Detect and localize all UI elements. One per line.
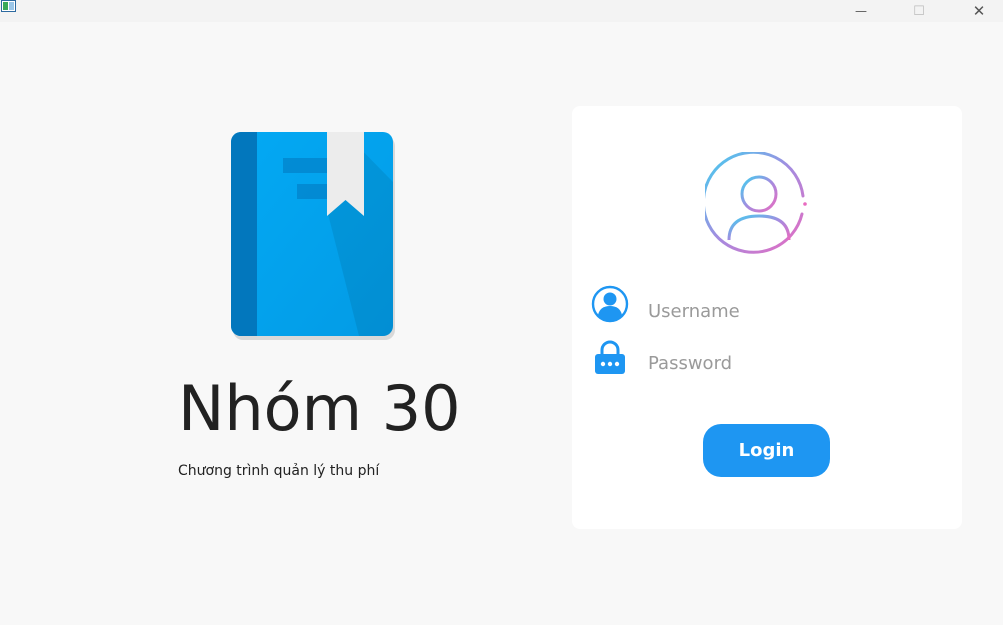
brand-subtitle: Chương trình quản lý thu phí bbox=[178, 463, 380, 479]
login-card: Login bbox=[572, 106, 962, 529]
maximize-button[interactable]: ☐ bbox=[896, 0, 942, 22]
book-icon bbox=[231, 132, 395, 340]
user-avatar-icon bbox=[705, 152, 807, 254]
brand-title: Nhóm 30 bbox=[178, 372, 461, 445]
login-button[interactable]: Login bbox=[703, 424, 830, 477]
app-icon bbox=[1, 0, 16, 12]
minimize-icon: — bbox=[855, 4, 867, 18]
title-bar: — ☐ ✕ bbox=[0, 0, 1003, 22]
user-icon bbox=[591, 285, 629, 323]
close-icon: ✕ bbox=[972, 2, 986, 20]
maximize-icon: ☐ bbox=[913, 3, 925, 19]
password-input[interactable] bbox=[642, 347, 944, 379]
lock-icon bbox=[595, 340, 625, 374]
minimize-button[interactable]: — bbox=[838, 0, 884, 22]
close-button[interactable]: ✕ bbox=[956, 0, 1002, 22]
username-input[interactable] bbox=[642, 295, 944, 327]
